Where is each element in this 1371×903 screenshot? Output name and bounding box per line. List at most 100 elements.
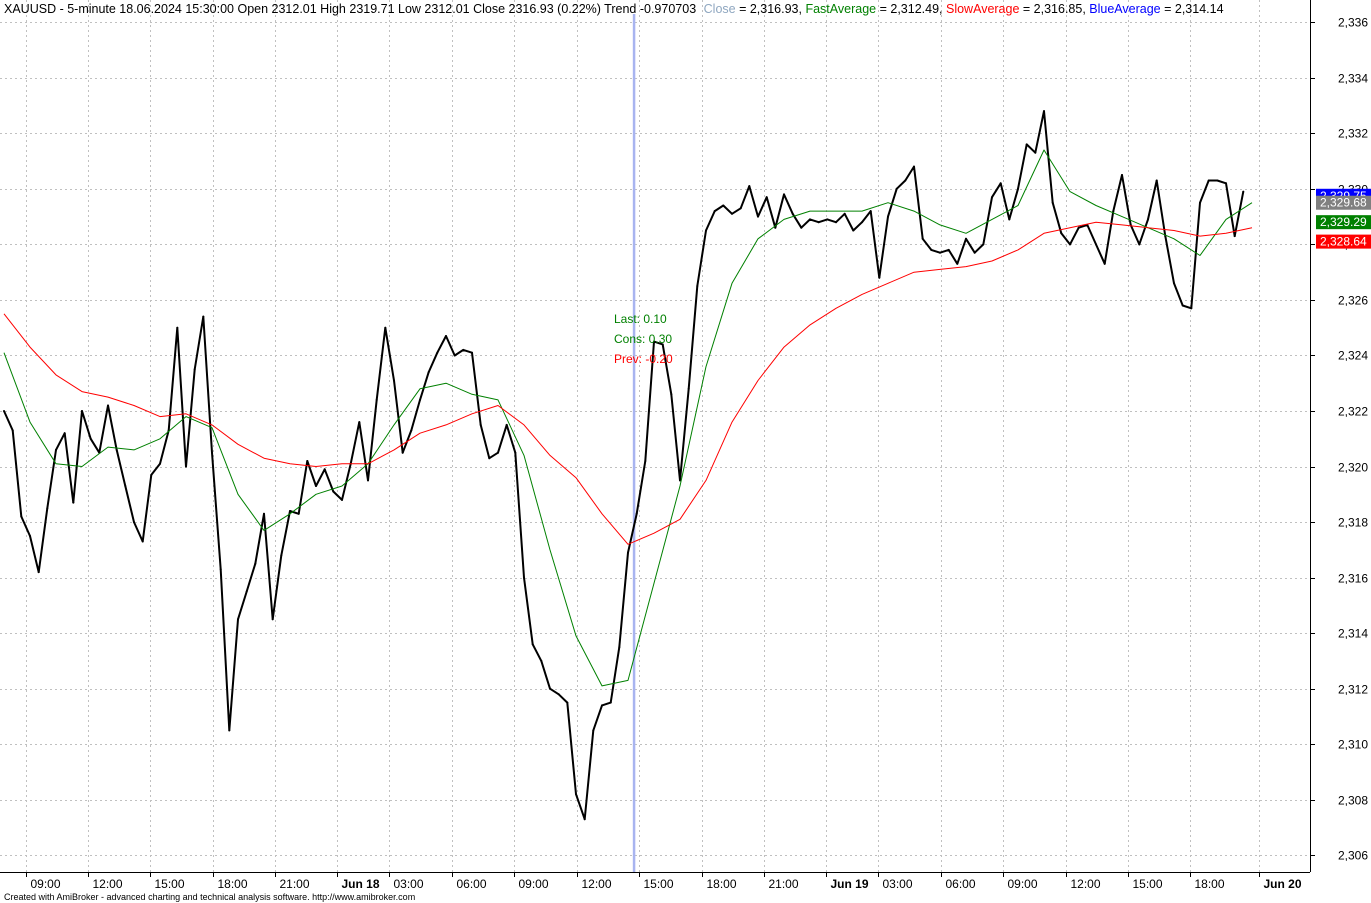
close-point xyxy=(1060,232,1063,235)
close-point xyxy=(583,818,586,821)
y-tick-label: 2,316 xyxy=(1338,572,1368,586)
close-point xyxy=(956,262,959,265)
close-point xyxy=(531,643,534,646)
x-tick-label: 21:00 xyxy=(280,877,310,891)
close-point xyxy=(670,393,673,396)
price-tag-label: 2,329.29 xyxy=(1320,215,1367,229)
price-tags: 2,329.752,329.682,329.292,328.64 xyxy=(1316,188,1371,249)
close-point xyxy=(393,379,395,382)
close-point xyxy=(635,512,638,515)
close-point xyxy=(861,221,863,224)
close-point xyxy=(852,229,855,232)
close-point xyxy=(965,237,967,240)
close-point xyxy=(895,187,898,190)
slow-average-legend-label: SlowAverage xyxy=(946,2,1019,16)
close-point xyxy=(37,571,40,574)
close-point xyxy=(1155,179,1158,182)
close-point xyxy=(1173,282,1175,285)
close-point xyxy=(1051,201,1054,204)
x-tick-label: 06:00 xyxy=(946,877,976,891)
close-point xyxy=(479,423,482,426)
x-tick-label: 21:00 xyxy=(769,877,799,891)
close-point xyxy=(835,221,837,224)
annotation-prev: Prev: -0.20 xyxy=(614,352,673,366)
close-point xyxy=(1095,243,1097,246)
y-tick-label: 2,336 xyxy=(1338,16,1368,30)
close-point xyxy=(1233,235,1236,238)
close-point xyxy=(765,196,768,199)
x-tick-label: Jun 18 xyxy=(342,877,380,891)
x-tick-label: Jun 20 xyxy=(1264,877,1302,891)
close-point xyxy=(757,215,759,218)
close-point xyxy=(471,351,473,354)
close-point xyxy=(332,490,335,493)
y-tick-label: 2,326 xyxy=(1338,294,1368,308)
close-point xyxy=(297,512,300,515)
close-point xyxy=(323,468,326,471)
close-point xyxy=(627,551,629,554)
y-tick-label: 2,318 xyxy=(1338,516,1368,530)
close-point xyxy=(81,410,83,412)
price-tag-label: 2,329.68 xyxy=(1320,196,1367,210)
y-tick-label: 2,306 xyxy=(1338,849,1368,863)
close-point xyxy=(1069,243,1071,246)
close-point xyxy=(609,701,612,704)
chart-title-line: XAUUSD - 5-minute 18.06.2024 15:30:00 Op… xyxy=(4,2,1224,16)
y-tick-label: 2,334 xyxy=(1338,72,1368,86)
close-point xyxy=(384,326,387,329)
close-point xyxy=(982,243,985,246)
close-point xyxy=(817,221,820,224)
close-point xyxy=(575,793,577,796)
symbol-info: XAUUSD - 5-minute 18.06.2024 15:30:00 Op… xyxy=(4,2,696,16)
close-point xyxy=(219,568,222,571)
close-point xyxy=(3,410,5,412)
close-point xyxy=(1138,243,1141,246)
close-point xyxy=(739,207,742,210)
close-point xyxy=(826,218,829,221)
close-point xyxy=(843,212,846,215)
close-point xyxy=(11,429,14,432)
close-point xyxy=(133,521,135,524)
price-tag-label: 2,328.64 xyxy=(1320,235,1367,249)
close-point xyxy=(939,251,941,254)
close-point xyxy=(358,421,361,424)
x-tick-label: 15:00 xyxy=(644,877,674,891)
close-point xyxy=(1147,218,1149,221)
close-point xyxy=(722,204,725,207)
close-point xyxy=(46,507,49,510)
close-point xyxy=(973,251,976,254)
close-point xyxy=(124,485,127,487)
close-point xyxy=(601,704,603,707)
close-point xyxy=(254,562,257,565)
close-point xyxy=(921,237,924,240)
close-point xyxy=(878,276,881,279)
close-point xyxy=(211,451,213,454)
x-tick-label: 12:00 xyxy=(93,877,123,891)
close-point xyxy=(1043,110,1045,113)
y-tick-label: 2,320 xyxy=(1338,461,1368,475)
close-point xyxy=(991,196,993,199)
x-tick-label: 18:00 xyxy=(218,877,248,891)
close-point xyxy=(280,554,283,557)
close-point xyxy=(237,618,239,621)
x-tick-label: 09:00 xyxy=(1008,877,1038,891)
close-point xyxy=(263,512,265,515)
close-point xyxy=(549,687,551,690)
x-tick-label: 18:00 xyxy=(707,877,737,891)
close-point xyxy=(375,398,378,401)
close-point xyxy=(141,540,144,543)
close-point xyxy=(523,576,525,579)
x-tick-label: 18:00 xyxy=(1195,877,1225,891)
close-point xyxy=(185,465,187,468)
close-point xyxy=(20,515,23,518)
x-tick-label: 09:00 xyxy=(519,877,549,891)
close-point xyxy=(1103,262,1106,265)
slow-average-legend-value: = 2,316.85, xyxy=(1019,2,1089,16)
close-point xyxy=(566,701,569,704)
close-point xyxy=(1207,179,1210,182)
close-point xyxy=(497,451,499,454)
close-point xyxy=(488,457,491,460)
y-tick-label: 2,308 xyxy=(1338,794,1368,808)
close-point xyxy=(1008,218,1011,221)
annotation-last: Last: 0.10 xyxy=(614,312,667,326)
